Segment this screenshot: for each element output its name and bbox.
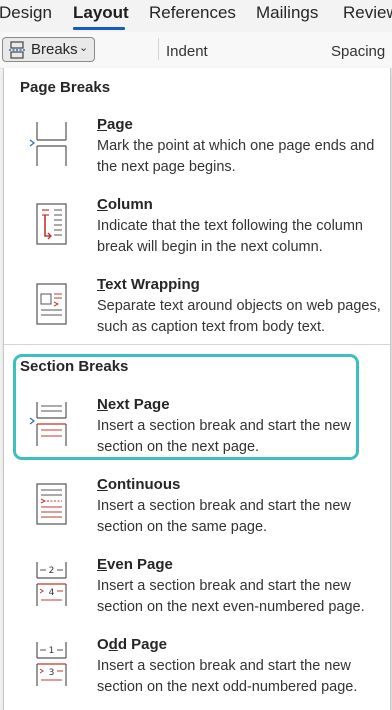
menu-item-description: Mark the point at which one page ends an… bbox=[97, 138, 375, 175]
tab-review[interactable]: Review bbox=[343, 3, 392, 23]
menu-item-next-page-section-break[interactable]: Next Page Insert a section break and sta… bbox=[4, 396, 390, 472]
page-breaks-heading: Page Breaks bbox=[20, 79, 111, 96]
indent-group-label: Indent bbox=[166, 43, 208, 60]
tab-references[interactable]: References bbox=[149, 3, 236, 23]
ribbon-tabs: Design Layout References Mailings Review bbox=[0, 0, 392, 32]
text-wrapping-icon bbox=[36, 283, 67, 325]
menu-item-description: Separate text around objects on web page… bbox=[97, 298, 381, 335]
tab-design[interactable]: Design bbox=[0, 3, 52, 23]
svg-text:3: 3 bbox=[49, 668, 55, 678]
menu-item-column-break[interactable]: Column Indicate that the text following … bbox=[4, 196, 390, 272]
svg-text:1: 1 bbox=[49, 646, 55, 656]
menu-item-title: Column bbox=[97, 196, 153, 213]
spacing-group-label: Spacing bbox=[331, 43, 386, 60]
odd-page-section-icon: 1 3 bbox=[36, 642, 67, 686]
next-page-section-icon bbox=[29, 402, 67, 446]
menu-divider bbox=[4, 344, 390, 345]
page-break-icon bbox=[29, 122, 67, 166]
menu-item-description: Insert a section break and start the new… bbox=[97, 658, 358, 695]
word-ribbon-screen: Design Layout References Mailings Review… bbox=[0, 0, 392, 710]
even-page-section-icon: 2 4 bbox=[36, 562, 67, 606]
menu-item-description: Insert a section break and start the new… bbox=[97, 498, 351, 535]
section-breaks-heading: Section Breaks bbox=[20, 358, 129, 375]
menu-item-title: Continuous bbox=[97, 476, 181, 493]
tab-mailings[interactable]: Mailings bbox=[256, 3, 318, 23]
breaks-label: Breaks bbox=[31, 41, 78, 58]
menu-item-page-break[interactable]: Page Mark the point at which one page en… bbox=[4, 116, 390, 192]
menu-item-description: Insert a section break and start the new… bbox=[97, 418, 351, 455]
tab-layout[interactable]: Layout bbox=[73, 3, 129, 23]
svg-text:2: 2 bbox=[49, 566, 55, 576]
continuous-section-icon bbox=[36, 483, 67, 525]
ribbon-bar: Breaks ⌄ Indent Spacing bbox=[0, 32, 392, 69]
menu-item-continuous-section-break[interactable]: Continuous Insert a section break and st… bbox=[4, 476, 390, 552]
svg-text:4: 4 bbox=[49, 588, 55, 598]
column-break-icon bbox=[36, 203, 67, 245]
breaks-button[interactable]: Breaks ⌄ bbox=[2, 37, 95, 62]
menu-item-text-wrapping-break[interactable]: Text Wrapping Separate text around objec… bbox=[4, 276, 390, 352]
menu-item-even-page-section-break[interactable]: 2 4 Even Page Insert a section break and… bbox=[4, 556, 390, 632]
menu-item-title: Even Page bbox=[97, 556, 173, 573]
active-tab-indicator bbox=[73, 27, 125, 30]
breaks-icon bbox=[9, 41, 25, 59]
menu-item-title: Text Wrapping bbox=[97, 276, 200, 293]
breaks-dropdown-menu: Page Breaks Page Mark the point at which… bbox=[3, 68, 391, 710]
menu-item-odd-page-section-break[interactable]: 1 3 Odd Page Insert a section break and … bbox=[4, 636, 390, 710]
menu-item-title: Next Page bbox=[97, 396, 170, 413]
chevron-down-icon: ⌄ bbox=[79, 42, 89, 54]
ribbon-separator bbox=[158, 38, 159, 60]
menu-item-description: Indicate that the text following the col… bbox=[97, 218, 363, 255]
menu-item-title: Page bbox=[97, 116, 133, 133]
menu-item-title: Odd Page bbox=[97, 636, 168, 653]
menu-item-description: Insert a section break and start the new… bbox=[97, 578, 365, 615]
